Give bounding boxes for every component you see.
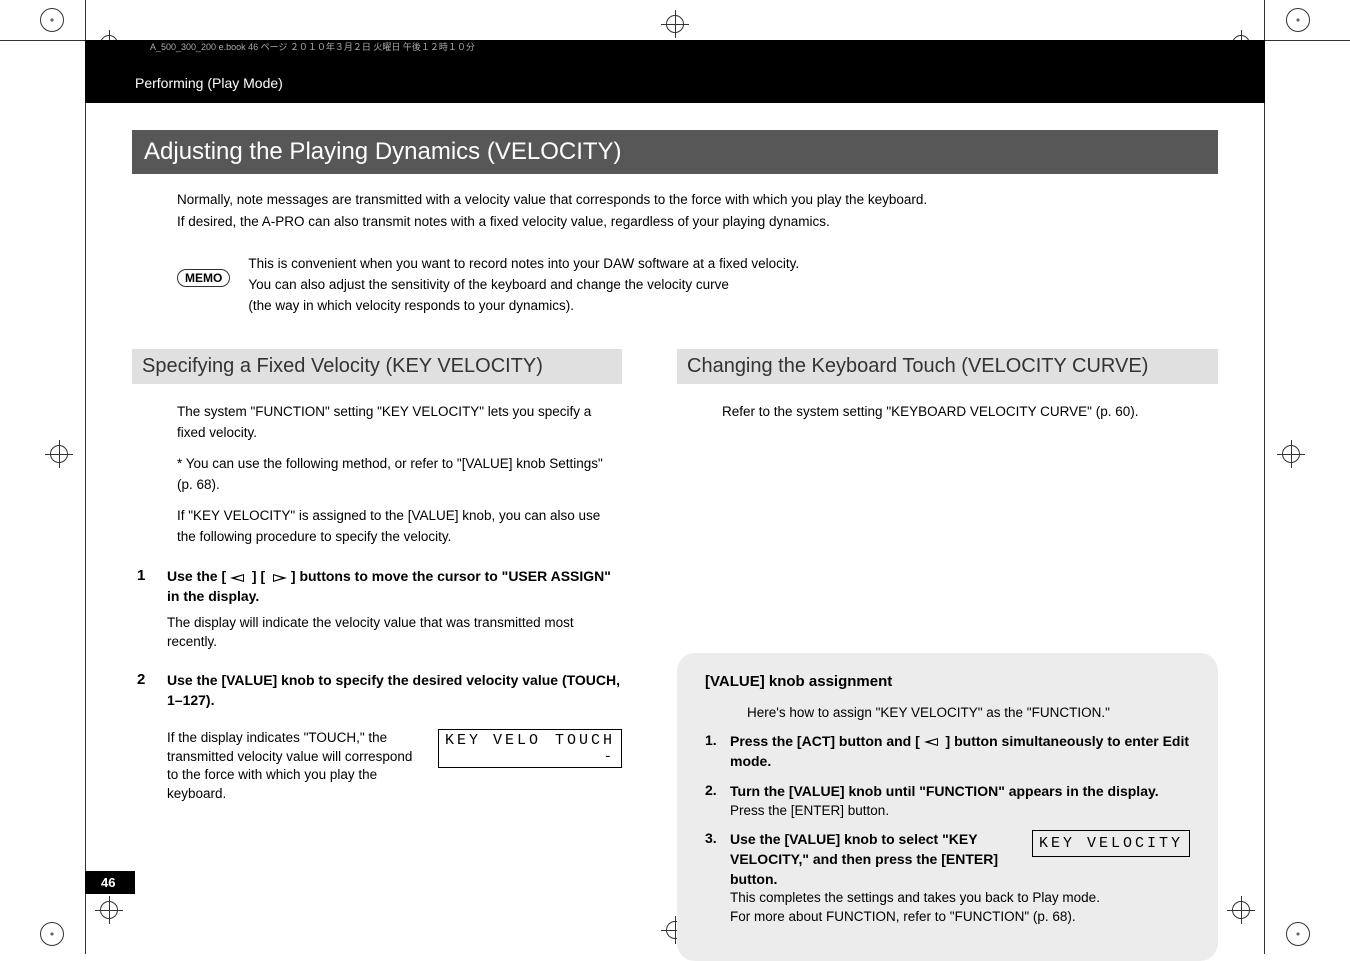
step-number: 2 [137,671,167,804]
registration-mark [45,440,73,468]
lcd-display: KEY VELO TOUCH - [438,729,622,768]
callout-box: [VALUE] knob assignment Here's how to as… [677,653,1218,961]
step-number: 3. [705,830,730,927]
crop-mark [1286,8,1310,32]
section-header: Changing the Keyboard Touch (VELOCITY CU… [677,349,1218,384]
trim-line [1264,0,1265,954]
arrow-left-icon [924,737,942,747]
crop-mark [1286,922,1310,946]
step-1: 1 Use the [ ] [ ] buttons to move the cu… [132,567,622,651]
callout-intro: Here's how to assign "KEY VELOCITY" as t… [747,705,1190,720]
right-column: Changing the Keyboard Touch (VELOCITY CU… [677,349,1218,961]
registration-mark [95,896,123,924]
section-header: Specifying a Fixed Velocity (KEY VELOCIT… [132,349,622,384]
breadcrumb: Performing (Play Mode) [135,75,283,91]
callout-step-3: 3. Use the [VALUE] knob to select "KEY V… [705,830,1190,927]
registration-mark [1277,440,1305,468]
registration-mark [1227,896,1255,924]
step-title: Use the [VALUE] knob to specify the desi… [167,671,622,710]
step-body: Use the [VALUE] knob to specify the desi… [167,671,622,804]
callout-title: [VALUE] knob assignment [705,673,1190,690]
header-metadata: A_500_300_200 e.book 46 ページ ２０１０年３月２日 火曜… [150,40,475,53]
crop-mark [40,922,64,946]
lcd-value: TOUCH [555,732,615,749]
step-number: 1 [137,567,167,651]
section-text: If "KEY VELOCITY" is assigned to the [VA… [177,506,622,548]
registration-mark [661,10,689,38]
step-description: If the display indicates "TOUCH," the tr… [167,729,418,805]
memo-block: MEMO This is convenient when you want to… [177,254,1218,317]
step-number: 2. [705,782,730,821]
step-body: Turn the [VALUE] knob until "FUNCTION" a… [730,782,1190,821]
callout-step-2: 2. Turn the [VALUE] knob until "FUNCTION… [705,782,1190,821]
step-title: Use the [ ] [ ] buttons to move the curs… [167,567,622,606]
step-number: 1. [705,732,730,772]
step-body: Use the [ ] [ ] buttons to move the curs… [167,567,622,651]
section-note: * You can use the following method, or r… [177,454,622,496]
lcd-label: KEY VELO [445,732,541,749]
step-description: The display will indicate the velocity v… [167,614,622,652]
section-text: Refer to the system setting "KEYBOARD VE… [722,402,1218,423]
lcd-display: KEY VELOCITY [1032,830,1190,857]
intro-text: Normally, note messages are transmitted … [177,189,1218,232]
step-body: Use the [VALUE] knob to select "KEY VELO… [730,830,1190,927]
callout-step-1: 1. Press the [ACT] button and [ ] button… [705,732,1190,772]
crop-mark [40,8,64,32]
step-2: 2 Use the [VALUE] knob to specify the de… [132,671,622,804]
memo-text: This is convenient when you want to reco… [248,254,799,317]
section-text: The system "FUNCTION" setting "KEY VELOC… [177,402,622,444]
page-header: A_500_300_200 e.book 46 ページ ２０１０年３月２日 火曜… [85,40,1265,103]
page-number: 46 [85,871,135,894]
main-title: Adjusting the Playing Dynamics (VELOCITY… [132,130,1218,174]
page-content: Adjusting the Playing Dynamics (VELOCITY… [132,130,1218,961]
trim-line [85,0,86,954]
step-body: Press the [ACT] button and [ ] button si… [730,732,1190,772]
arrow-left-icon [230,573,248,583]
memo-badge: MEMO [177,269,230,287]
lcd-sub: - [445,749,615,765]
left-column: Specifying a Fixed Velocity (KEY VELOCIT… [132,349,622,961]
arrow-right-icon [269,573,287,583]
